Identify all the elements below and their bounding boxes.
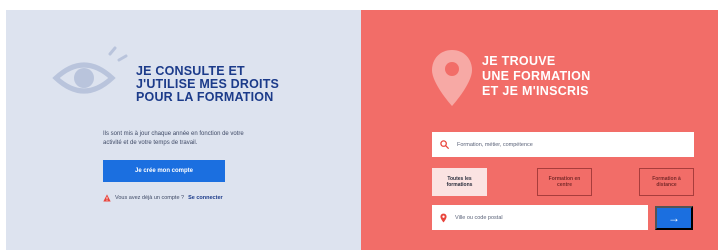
heading-line: UNE FORMATION — [482, 69, 591, 83]
location-pin-icon — [432, 50, 472, 106]
eye-icon — [52, 46, 128, 94]
location-placeholder: Ville ou code postal — [455, 214, 503, 221]
filter-label: centre — [556, 182, 572, 188]
login-link[interactable]: Se connecter — [188, 195, 223, 201]
training-search-input[interactable]: Formation, métier, compétence — [432, 132, 694, 157]
heading-line: JE TROUVE — [482, 54, 556, 68]
arrow-right-icon: → — [668, 211, 680, 225]
search-placeholder: Formation, métier, compétence — [457, 141, 533, 148]
already-account-text: Vous avez déjà un compte ? — [115, 195, 185, 201]
filter-all-trainings[interactable]: Toutes les formations — [432, 168, 487, 196]
search-heading: JE TROUVE UNE FORMATION ET JE M'INSCRIS — [482, 54, 682, 99]
search-icon — [440, 140, 449, 149]
filter-label: formations — [446, 182, 473, 188]
login-prompt: Vous avez déjà un compte ? Se connecter — [103, 193, 223, 203]
filter-label: distance — [656, 182, 677, 188]
heading-line: POUR LA FORMATION — [136, 90, 274, 104]
search-submit-button[interactable]: → — [655, 206, 693, 230]
account-description: Ils sont mis à jour chaque année en fonc… — [103, 131, 244, 146]
location-input[interactable]: Ville ou code postal — [432, 205, 648, 230]
search-panel: JE TROUVE UNE FORMATION ET JE M'INSCRIS … — [361, 10, 718, 250]
filter-in-centre[interactable]: Formation en centre — [537, 168, 592, 196]
heading-line: ET JE M'INSCRIS — [482, 84, 589, 98]
filter-remote[interactable]: Formation à distance — [639, 168, 694, 196]
account-heading: JE CONSULTE ET J'UTILISE MES DROITS POUR… — [136, 65, 336, 104]
warning-icon — [103, 194, 111, 202]
create-account-button[interactable]: Je crée mon compte — [103, 160, 225, 182]
account-panel: JE CONSULTE ET J'UTILISE MES DROITS POUR… — [6, 10, 361, 250]
location-marker-icon — [440, 213, 447, 222]
